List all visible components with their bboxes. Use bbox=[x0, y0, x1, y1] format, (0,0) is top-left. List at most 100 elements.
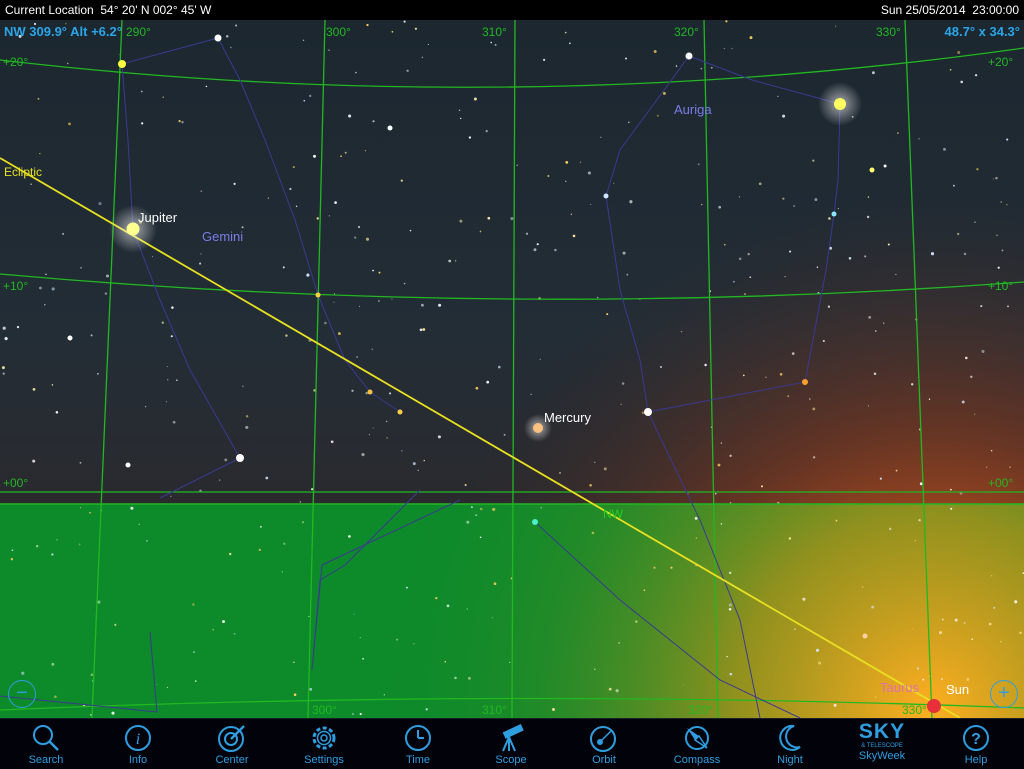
background-star bbox=[963, 621, 966, 624]
center-button[interactable]: Center bbox=[192, 719, 272, 769]
az-label-top-300: 300° bbox=[326, 25, 351, 39]
background-star bbox=[990, 449, 993, 452]
zoom-out-icon: − bbox=[16, 682, 28, 704]
background-star bbox=[816, 266, 819, 268]
background-star bbox=[98, 202, 102, 206]
background-star bbox=[943, 147, 946, 151]
background-star bbox=[720, 442, 723, 444]
background-star bbox=[794, 628, 796, 630]
background-star bbox=[412, 462, 416, 466]
background-star bbox=[39, 153, 41, 155]
background-star bbox=[828, 217, 831, 220]
background-star bbox=[620, 403, 622, 405]
background-star bbox=[348, 535, 351, 538]
zoom-in-button[interactable]: + bbox=[990, 680, 1018, 708]
scope-button[interactable]: Scope bbox=[471, 719, 551, 769]
background-star bbox=[285, 334, 288, 337]
background-star bbox=[170, 495, 172, 498]
background-star bbox=[37, 97, 40, 100]
background-star bbox=[54, 695, 57, 698]
label-mercury: Mercury bbox=[544, 410, 591, 425]
background-star bbox=[723, 48, 725, 50]
background-star bbox=[104, 292, 108, 295]
background-star bbox=[964, 356, 968, 360]
svg-text:?: ? bbox=[971, 731, 981, 748]
background-star bbox=[954, 618, 958, 622]
background-star bbox=[446, 604, 450, 608]
background-star bbox=[879, 477, 882, 480]
background-star bbox=[414, 27, 418, 30]
background-star bbox=[1000, 201, 1003, 203]
background-star bbox=[729, 571, 732, 575]
field-of-view-readout: 48.7° x 34.3° bbox=[944, 24, 1020, 39]
background-star bbox=[957, 51, 961, 54]
alt-label-right-20: +20° bbox=[988, 55, 1013, 69]
background-star bbox=[728, 603, 732, 607]
search-button[interactable]: Search bbox=[6, 719, 86, 769]
background-star bbox=[62, 232, 65, 235]
background-star bbox=[90, 673, 94, 677]
background-star bbox=[170, 335, 173, 338]
background-star bbox=[403, 282, 406, 285]
view-direction-readout: NW 309.9° Alt +6.2° bbox=[4, 24, 122, 39]
background-star bbox=[1000, 641, 1002, 643]
background-star bbox=[930, 252, 935, 256]
az-label-bottom-320: 320° bbox=[688, 703, 713, 717]
background-star bbox=[230, 46, 232, 49]
background-star bbox=[572, 234, 576, 238]
label-horizon-nw: NW bbox=[603, 507, 624, 521]
background-star bbox=[720, 523, 723, 525]
night-button[interactable]: Night bbox=[750, 719, 830, 769]
skyweek-button[interactable]: SKY & TELESCOPE SkyWeek bbox=[842, 719, 922, 769]
background-star bbox=[974, 413, 976, 415]
background-star bbox=[245, 425, 249, 429]
alt-label-left-00: +00° bbox=[3, 476, 28, 490]
background-star bbox=[67, 62, 69, 65]
background-star bbox=[596, 296, 599, 299]
help-button[interactable]: ? Help bbox=[936, 719, 1016, 769]
background-star bbox=[344, 151, 347, 154]
background-star bbox=[680, 330, 683, 333]
sky-view[interactable]: Jupiter Gemini Auriga Mercury Taurus Sun… bbox=[0, 20, 1024, 718]
background-star bbox=[569, 42, 571, 45]
zoom-out-button[interactable]: − bbox=[8, 680, 36, 708]
settings-button[interactable]: Settings bbox=[284, 719, 364, 769]
time-button[interactable]: Time bbox=[378, 719, 458, 769]
background-star bbox=[887, 243, 890, 246]
background-star bbox=[355, 71, 357, 74]
background-star bbox=[51, 384, 54, 386]
background-star bbox=[552, 708, 555, 711]
background-star bbox=[361, 453, 365, 457]
orbit-button[interactable]: Orbit bbox=[564, 719, 644, 769]
background-star bbox=[427, 43, 429, 46]
compass-button[interactable]: Compass bbox=[657, 719, 737, 769]
background-star bbox=[55, 411, 59, 414]
background-star bbox=[861, 586, 864, 588]
background-star bbox=[281, 571, 283, 573]
background-star bbox=[765, 376, 767, 378]
background-star bbox=[867, 196, 870, 198]
background-star bbox=[10, 558, 14, 561]
background-star bbox=[372, 427, 374, 429]
background-star bbox=[626, 273, 629, 276]
background-star bbox=[193, 651, 195, 653]
background-star bbox=[406, 69, 409, 73]
background-star bbox=[283, 542, 286, 545]
background-star bbox=[417, 469, 419, 472]
background-star bbox=[802, 597, 806, 601]
background-star bbox=[694, 517, 698, 520]
background-star bbox=[525, 232, 529, 235]
background-star bbox=[960, 80, 964, 84]
info-button[interactable]: i Info bbox=[98, 719, 178, 769]
background-star bbox=[957, 232, 960, 236]
background-star bbox=[309, 94, 312, 98]
background-star bbox=[467, 676, 471, 680]
background-star bbox=[738, 196, 741, 198]
background-star bbox=[922, 678, 925, 681]
background-star bbox=[293, 693, 297, 696]
background-star bbox=[950, 507, 953, 510]
background-star bbox=[151, 256, 154, 258]
bottom-toolbar: Search i Info Center Settings Time Scope… bbox=[0, 718, 1024, 769]
background-star bbox=[200, 253, 202, 255]
background-star bbox=[200, 190, 203, 193]
